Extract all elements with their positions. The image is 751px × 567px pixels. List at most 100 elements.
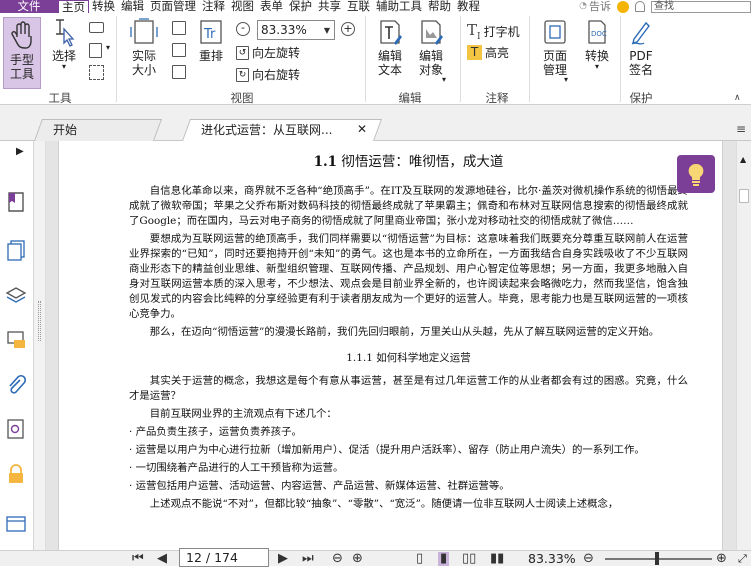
clipboard-icon[interactable] bbox=[89, 43, 102, 58]
bell-icon[interactable] bbox=[635, 1, 645, 12]
menu-item-view[interactable]: 视图 bbox=[228, 0, 257, 13]
page-manage-button[interactable]: 页面 管理 bbox=[535, 17, 575, 77]
highlight-button[interactable]: T 高亮 bbox=[467, 44, 509, 61]
hand-icon bbox=[11, 21, 32, 49]
highlight-label: 高亮 bbox=[485, 46, 510, 60]
edit-text-label: 编辑 文本 bbox=[377, 49, 402, 77]
chevron-down-icon: ▾ bbox=[61, 62, 66, 71]
group-label-protect: 保护 bbox=[629, 91, 653, 105]
hand-tool-button[interactable]: 手型 工具 bbox=[3, 17, 41, 89]
convert-button[interactable]: DOC 转换 ▾ bbox=[580, 17, 614, 71]
chevron-down-icon[interactable]: ▾ bbox=[564, 75, 568, 84]
menu-item-tutorial[interactable]: 教程 bbox=[454, 0, 483, 13]
facing-page-icon[interactable]: ▯▯ bbox=[462, 552, 476, 566]
menu-item-protect[interactable]: 保护 bbox=[286, 0, 315, 13]
collapse-ribbon-icon[interactable]: ∧ bbox=[734, 93, 741, 103]
previous-page-icon[interactable]: ◀ bbox=[157, 552, 167, 566]
zoom-in-icon[interactable]: + bbox=[341, 22, 355, 36]
tab-start-label: 开始 bbox=[53, 123, 78, 137]
menu-item-page-manage[interactable]: 页面管理 bbox=[147, 0, 199, 13]
next-page-icon[interactable]: ▶ bbox=[278, 552, 288, 566]
last-page-icon[interactable]: ⏭ bbox=[302, 552, 314, 566]
pdf-sign-button[interactable]: PDF 签名 bbox=[624, 17, 658, 77]
fit-page-icon[interactable] bbox=[172, 21, 186, 35]
menu-file[interactable]: 文件 bbox=[0, 0, 58, 13]
paragraph: 自信息化革命以来，商界就不乏各种“绝顶高手”。在IT及互联网的发源地硅谷，比尔·… bbox=[129, 185, 688, 227]
select-tool-button[interactable]: 选择 ▾ bbox=[46, 17, 82, 71]
svg-text:DOC: DOC bbox=[591, 30, 607, 38]
form-field-icon[interactable] bbox=[5, 513, 27, 535]
attachment-icon[interactable] bbox=[5, 374, 27, 396]
tab-start[interactable]: 开始 bbox=[33, 119, 163, 141]
menu-item-convert[interactable]: 转换 bbox=[89, 0, 118, 13]
select-label: 选择 bbox=[51, 49, 76, 63]
panel-resize-handle[interactable] bbox=[34, 141, 46, 550]
signature-panel-icon[interactable] bbox=[5, 418, 27, 440]
document-view[interactable]: 1.1 彻悟运营：唯彻悟，成大道 自信息化革命以来，商界就不乏各种“绝顶高手”。… bbox=[46, 141, 736, 550]
status-zoom-in-icon[interactable]: ⊕ bbox=[716, 552, 727, 566]
fit-visible-icon[interactable] bbox=[172, 65, 186, 79]
vertical-scrollbar[interactable]: ▲ bbox=[736, 141, 751, 550]
page-number-input[interactable]: 12 / 174 bbox=[179, 548, 269, 567]
menu-item-comment[interactable]: 注释 bbox=[199, 0, 228, 13]
list-item: · 运营是以用户为中心进行拉新（增加新用户）、促活（提升用户活跃率）、留存（防止… bbox=[129, 444, 645, 456]
comments-icon[interactable] bbox=[5, 329, 27, 351]
continuous-page-icon[interactable]: ▮ bbox=[438, 552, 450, 566]
rotate-right-button[interactable]: ↻ 向右旋转 bbox=[236, 66, 300, 83]
menu-item-edit[interactable]: 编辑 bbox=[118, 0, 147, 13]
layers-icon[interactable] bbox=[5, 284, 27, 306]
chevron-down-icon[interactable]: ▾ bbox=[442, 75, 446, 84]
continuous-facing-icon[interactable]: ▮▮ bbox=[490, 552, 504, 566]
clipboard-dropdown-icon[interactable]: ▾ bbox=[106, 43, 110, 52]
snapshot-icon[interactable] bbox=[89, 22, 104, 33]
first-page-icon[interactable]: ⏮ bbox=[132, 552, 144, 566]
menu-item-connect[interactable]: 互联 bbox=[344, 0, 373, 13]
menu-item-help[interactable]: 帮助 bbox=[425, 0, 454, 13]
zoom-select[interactable]: 83.33% ▼ bbox=[257, 20, 335, 40]
smiley-icon[interactable] bbox=[617, 0, 629, 13]
page-title: 1.1 彻悟运营：唯彻悟，成大道 bbox=[129, 153, 688, 171]
tab-menu-icon[interactable]: ≡ bbox=[736, 122, 746, 136]
fullscreen-icon[interactable]: ⤢ bbox=[738, 552, 747, 566]
group-label-edit: 编辑 bbox=[398, 91, 422, 105]
edit-text-icon bbox=[380, 20, 402, 45]
separator bbox=[116, 16, 117, 102]
list-item: · 产品负责生孩子，运营负责养孩子。 bbox=[129, 426, 302, 438]
scroll-thumb[interactable] bbox=[739, 189, 749, 203]
edit-text-button[interactable]: 编辑 文本 bbox=[372, 17, 408, 77]
menu-item-form[interactable]: 表单 bbox=[257, 0, 286, 13]
pen-icon bbox=[631, 21, 650, 45]
reflow-button[interactable]: Tr 重排 bbox=[194, 17, 228, 63]
tab-document[interactable]: 进化式运营：从互联网... bbox=[181, 119, 383, 141]
menu-item-share[interactable]: 共享 bbox=[315, 0, 344, 13]
previous-view-icon[interactable]: ⊖ bbox=[332, 552, 343, 566]
zoom-out-icon[interactable]: - bbox=[236, 22, 250, 36]
search-input[interactable]: 查找 bbox=[651, 0, 751, 13]
pages-thumbnail-icon[interactable] bbox=[5, 239, 27, 261]
menu-item-home[interactable]: 主页 bbox=[58, 0, 89, 13]
smart-tip-button[interactable] bbox=[677, 155, 715, 193]
status-zoom-out-icon[interactable]: ⊖ bbox=[583, 552, 594, 566]
close-icon[interactable]: ✕ bbox=[357, 122, 367, 136]
menu-item-accessibility[interactable]: 辅助工具 bbox=[373, 0, 425, 13]
crop-icon[interactable] bbox=[89, 65, 104, 80]
zoom-slider-thumb[interactable] bbox=[655, 552, 659, 565]
zoom-value: 83.33% bbox=[261, 23, 307, 37]
typewriter-icon: TI bbox=[467, 21, 481, 42]
next-view-icon[interactable]: ⊕ bbox=[352, 552, 363, 566]
expand-panel-icon[interactable]: ▶ bbox=[16, 146, 24, 157]
paragraph: 要想成为互联网运营的绝顶高手，我们同样需要以“彻悟运营”为目标：这意味着我们既要… bbox=[129, 233, 688, 320]
bookmark-icon[interactable] bbox=[5, 191, 27, 213]
rotate-left-button[interactable]: ↺ 向左旋转 bbox=[236, 44, 300, 61]
single-page-icon[interactable]: ▯ bbox=[416, 552, 423, 566]
typewriter-button[interactable]: TI 打字机 bbox=[467, 21, 520, 42]
title-number: 1.1 bbox=[313, 154, 338, 170]
actual-size-button[interactable]: 实际 大小 bbox=[126, 17, 162, 77]
rotate-left-label: 向左旋转 bbox=[252, 46, 301, 60]
fit-width-icon[interactable] bbox=[172, 43, 186, 57]
tell-me-label[interactable]: 告诉 bbox=[589, 0, 611, 13]
typewriter-label: 打字机 bbox=[483, 25, 520, 39]
lock-icon[interactable] bbox=[5, 463, 27, 485]
scroll-up-icon[interactable]: ▲ bbox=[740, 155, 746, 164]
edit-object-button[interactable]: 编辑 对象 bbox=[412, 17, 450, 77]
